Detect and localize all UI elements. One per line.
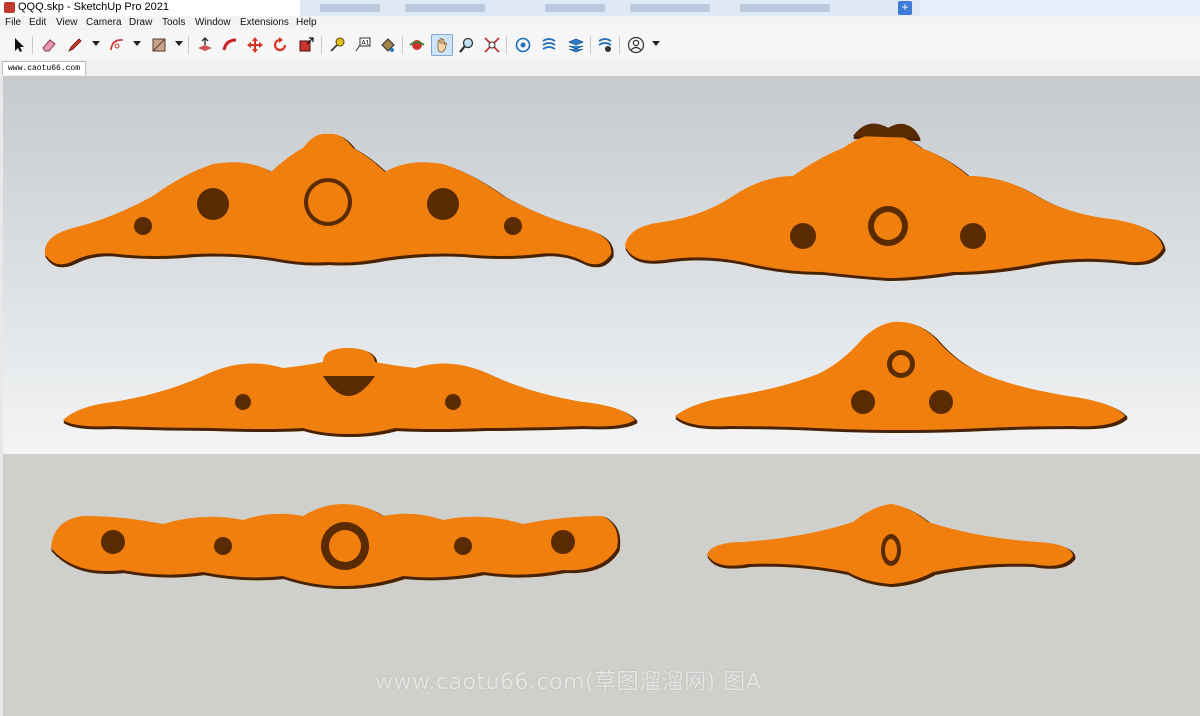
extension-warehouse-icon[interactable] [538, 34, 560, 56]
watermark-text: www.caotu66.com(草图溜溜网) 图A [375, 670, 762, 695]
carved-ornament-urn-middle-left[interactable] [63, 348, 635, 434]
menu-help[interactable]: Help [296, 17, 317, 28]
model-canvas [44, 123, 1163, 586]
scene-tab-bar [0, 60, 1200, 76]
toolbar: A1 [0, 30, 1200, 61]
background-tab[interactable] [405, 4, 485, 12]
toolbar-separator [506, 36, 507, 54]
menu-extensions[interactable]: Extensions [240, 17, 289, 28]
title-bar: QQQ.skp - SketchUp Pro 2021 + [0, 0, 1200, 16]
extension-manager-icon[interactable] [594, 34, 616, 56]
model-viewport[interactable]: www.caotu66.com(草图溜溜网) 图A [0, 76, 1200, 716]
carved-ornament-crest-top-left[interactable] [44, 133, 612, 265]
new-tab-button[interactable]: + [898, 1, 912, 15]
layout-icon[interactable] [565, 34, 587, 56]
background-tab[interactable] [545, 4, 605, 12]
toolbar-separator [402, 36, 403, 54]
toolbar-separator [321, 36, 322, 54]
3d-warehouse-icon[interactable] [512, 34, 534, 56]
background-tab[interactable] [630, 4, 710, 12]
pan-icon[interactable] [431, 34, 453, 56]
toolbar-separator [32, 36, 33, 54]
sketchup-app-icon [4, 2, 15, 13]
push-pull-icon[interactable] [194, 34, 216, 56]
scale-icon[interactable] [295, 34, 317, 56]
menu-camera[interactable]: Camera [86, 17, 122, 28]
rectangle-icon[interactable] [148, 34, 170, 56]
arc-icon[interactable] [106, 34, 128, 56]
svg-text:A1: A1 [362, 40, 370, 47]
chevron-down-icon[interactable] [92, 41, 100, 46]
rotate-icon[interactable] [269, 34, 291, 56]
menu-file[interactable]: File [5, 17, 21, 28]
menu-view[interactable]: View [56, 17, 78, 28]
window-title: QQQ.skp - SketchUp Pro 2021 [18, 1, 170, 13]
background-tab[interactable] [320, 4, 380, 12]
eraser-icon[interactable] [38, 34, 60, 56]
title-bar-right [920, 0, 1200, 16]
scene-tab[interactable]: www.caotu66.com [2, 61, 87, 75]
toolbar-separator [188, 36, 189, 54]
carved-ornament-sunflower-scroll-bottom-left[interactable] [51, 504, 618, 586]
pencil-line-icon[interactable] [64, 34, 86, 56]
carved-ornament-wing-bottom-right[interactable] [707, 504, 1073, 584]
tape-measure-icon[interactable] [326, 34, 348, 56]
orbit-icon[interactable] [406, 34, 428, 56]
chevron-down-icon[interactable] [175, 41, 183, 46]
menu-tools[interactable]: Tools [162, 17, 185, 28]
carved-ornament-acanthus-top-right[interactable] [625, 123, 1163, 279]
menu-bar: File Edit View Camera Draw Tools Window … [0, 16, 1200, 30]
text-icon[interactable]: A1 [352, 34, 374, 56]
toolbar-separator [590, 36, 591, 54]
select-icon[interactable] [8, 34, 30, 56]
zoom-icon[interactable] [456, 34, 478, 56]
carved-ornament-flower-peak-middle-right[interactable] [675, 321, 1125, 430]
toolbar-separator [619, 36, 620, 54]
menu-window[interactable]: Window [195, 17, 231, 28]
chevron-down-icon[interactable] [133, 41, 141, 46]
menu-edit[interactable]: Edit [29, 17, 46, 28]
zoom-extents-icon[interactable] [481, 34, 503, 56]
paint-bucket-icon[interactable] [377, 34, 399, 56]
account-icon[interactable] [625, 34, 647, 56]
menu-draw[interactable]: Draw [129, 17, 152, 28]
follow-me-icon[interactable] [219, 34, 241, 56]
background-tab[interactable] [740, 4, 830, 12]
move-icon[interactable] [244, 34, 266, 56]
chevron-down-icon[interactable] [652, 41, 660, 46]
background-browser-tabs [300, 0, 920, 16]
